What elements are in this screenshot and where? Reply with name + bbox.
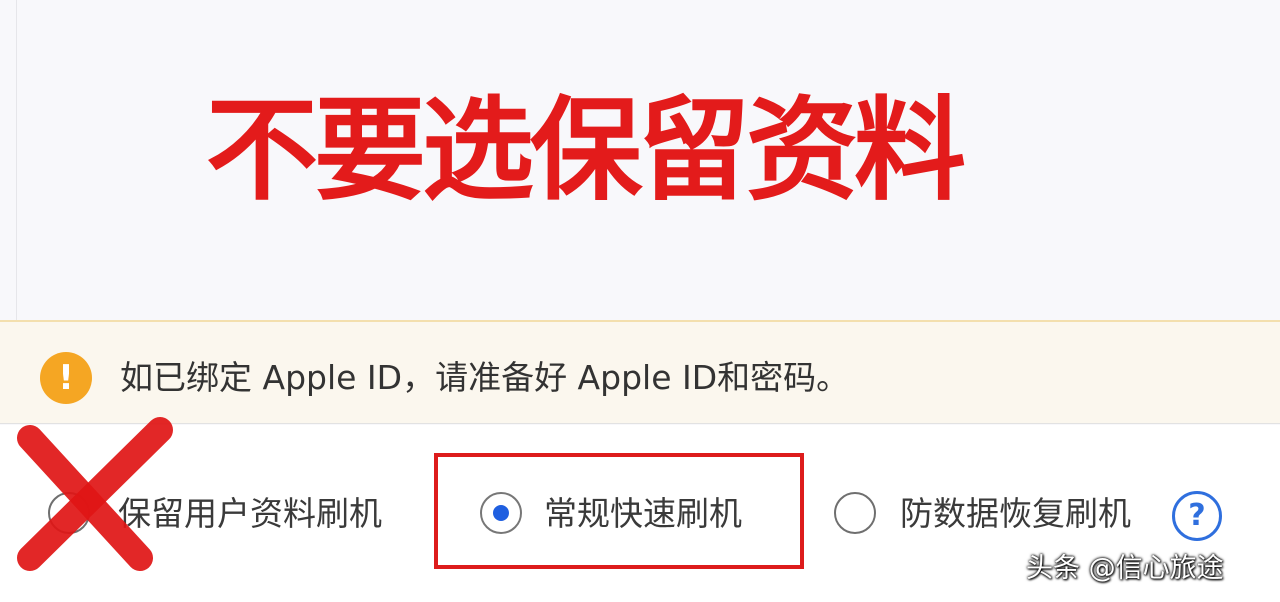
- annotation-headline: 不要选保留资料: [206, 86, 966, 216]
- divider: [16, 0, 17, 320]
- highlight-frame: [434, 453, 804, 569]
- watermark: 头条 @信心旅途: [1026, 553, 1224, 584]
- exclamation-icon: !: [40, 352, 92, 404]
- flash-tool-screenshot: 不要选保留资料 ! 如已绑定 Apple ID，请准备好 Apple ID和密码…: [0, 0, 1280, 602]
- notice-text: 如已绑定 Apple ID，请准备好 Apple ID和密码。: [120, 358, 850, 397]
- header-area: 不要选保留资料: [0, 0, 1280, 320]
- radio-keep-user-data[interactable]: [48, 492, 90, 534]
- option-label-anti-data-recovery[interactable]: 防数据恢复刷机: [900, 492, 1131, 536]
- radio-anti-data-recovery[interactable]: [834, 492, 876, 534]
- option-label-keep-user-data[interactable]: 保留用户资料刷机: [118, 492, 382, 536]
- question-icon[interactable]: ?: [1172, 491, 1222, 541]
